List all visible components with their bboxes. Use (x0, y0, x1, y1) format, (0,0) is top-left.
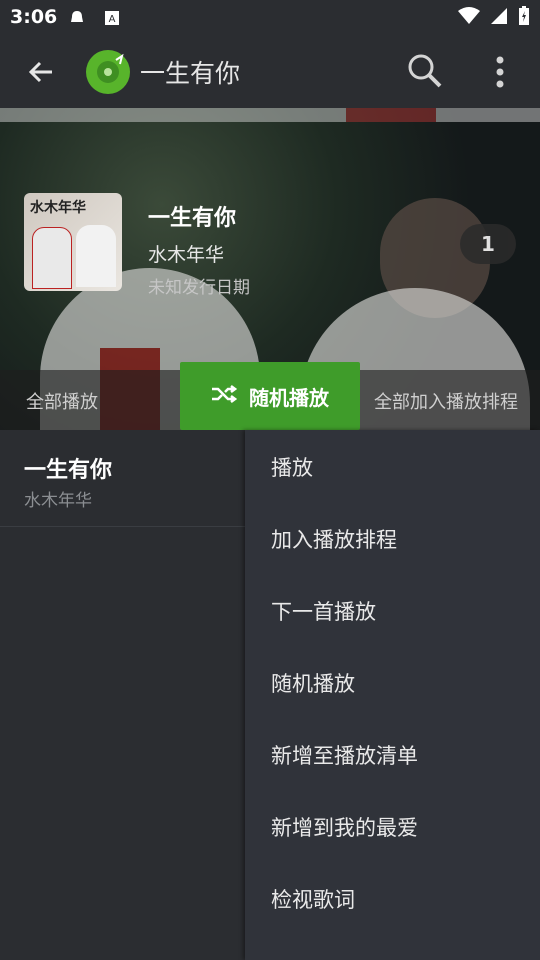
menu-item-add-to-playlist[interactable]: 新增至播放清单 (271, 740, 418, 770)
shuffle-label: 随机播放 (249, 385, 329, 410)
page-title: 一生有你 (140, 59, 241, 88)
a-icon: A (104, 10, 119, 25)
song-list: 一生有你 水木年华 (0, 430, 245, 960)
search-icon[interactable] (406, 52, 444, 90)
album-cover-text: 水木年华 (30, 200, 86, 216)
add-all-to-queue-button[interactable]: 全部加入播放排程 (374, 388, 518, 414)
context-menu: 播放 加入播放排程 下一首播放 随机播放 新增至播放清单 新增到我的最爱 检视歌… (245, 430, 540, 960)
status-time: 3:06 (10, 6, 58, 28)
more-options-icon[interactable] (488, 54, 512, 90)
notification-icon (68, 10, 83, 25)
list-item-title: 一生有你 (24, 458, 113, 483)
battery-icon (518, 6, 530, 30)
app-logo-icon (86, 50, 130, 94)
back-arrow-icon[interactable] (24, 54, 60, 90)
app-bar: 一生有你 (0, 36, 540, 108)
background-banner (0, 108, 540, 122)
list-item-subtitle: 水木年华 (24, 491, 92, 511)
svg-text:A: A (109, 14, 116, 25)
play-all-button[interactable]: 全部播放 (26, 388, 98, 414)
menu-item-shuffle[interactable]: 随机播放 (271, 668, 355, 698)
song-title: 一生有你 (148, 206, 237, 231)
shuffle-icon (211, 384, 238, 409)
menu-item-view-lyrics[interactable]: 检视歌词 (271, 884, 355, 914)
status-bar: 3:06 A (0, 0, 540, 36)
menu-item-play[interactable]: 播放 (271, 452, 313, 482)
signal-icon (490, 7, 508, 29)
release-date: 未知发行日期 (148, 278, 250, 298)
album-cover[interactable]: 水木年华 (24, 193, 122, 291)
artist-name[interactable]: 水木年华 (148, 240, 250, 267)
menu-item-add-to-queue[interactable]: 加入播放排程 (271, 524, 397, 554)
action-row: 全部播放 随机播放 全部加入播放排程 (0, 362, 540, 430)
shuffle-play-button[interactable]: 随机播放 (180, 362, 360, 430)
album-info: 一生有你 水木年华 未知发行日期 (148, 200, 250, 298)
list-item[interactable]: 一生有你 水木年华 (0, 430, 245, 527)
menu-item-play-next[interactable]: 下一首播放 (271, 596, 376, 626)
wifi-icon (458, 7, 480, 29)
song-count-badge: 1 (460, 224, 516, 264)
menu-item-add-to-favorites[interactable]: 新增到我的最爱 (271, 812, 418, 842)
